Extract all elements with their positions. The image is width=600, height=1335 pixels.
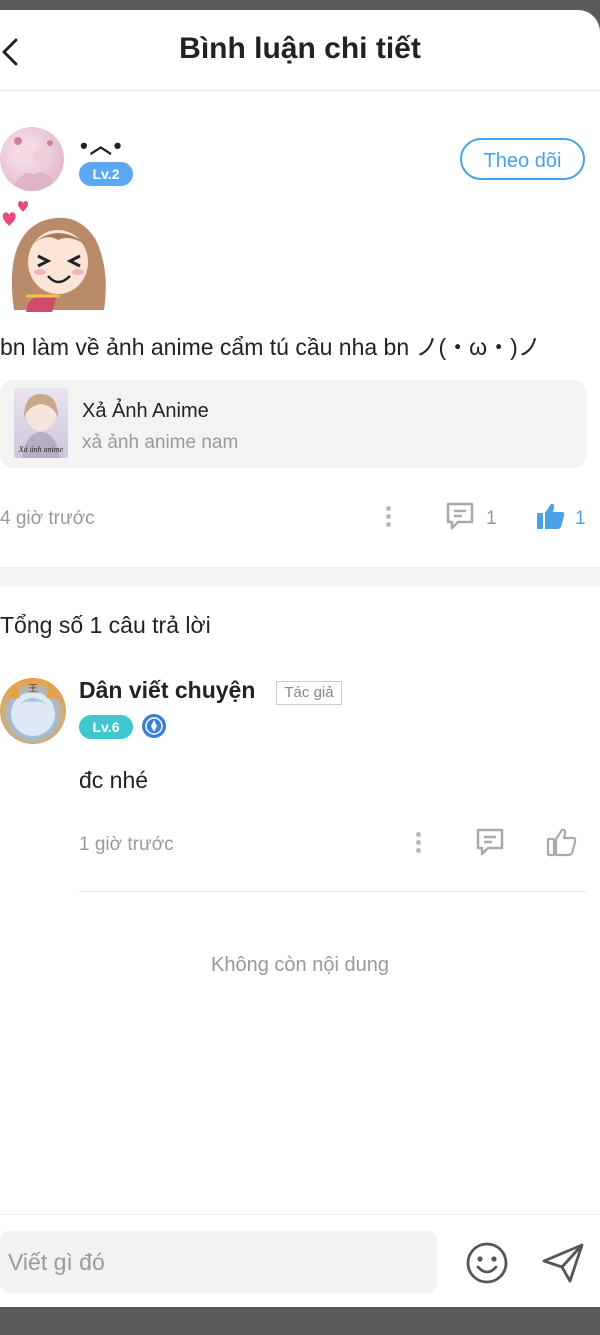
send-button[interactable] <box>540 1241 586 1285</box>
like-count: 1 <box>575 508 586 529</box>
reply-like-button[interactable] <box>546 826 578 863</box>
reply-username[interactable]: Dân viết chuyện <box>79 677 255 704</box>
more-icon[interactable] <box>383 503 393 533</box>
reply-avatar-image: 王 <box>8 684 58 736</box>
follow-button[interactable]: Theo dõi <box>460 138 585 180</box>
username[interactable]: •︿• <box>80 128 123 160</box>
linked-story-thumbnail: Xả ảnh anime <box>14 388 68 458</box>
comment-text: bn làm về ảnh anime cẩm tú cầu nha bn ノ(… <box>0 334 541 360</box>
comment-icon <box>446 502 474 530</box>
avatar-image <box>10 137 58 191</box>
comment-input-bar <box>0 1214 600 1307</box>
reply-count: 1 <box>486 508 497 529</box>
thumbs-up-icon <box>546 828 577 857</box>
reply-text: đc nhé <box>79 767 149 793</box>
reply-time: 1 giờ trước <box>79 834 174 855</box>
reply-reply-button[interactable] <box>474 826 506 863</box>
comment-input[interactable] <box>0 1231 428 1293</box>
comment-icon <box>476 828 504 856</box>
sticker-image <box>0 200 112 315</box>
reply-level-badge: Lv.6 <box>79 715 133 739</box>
svg-text:王: 王 <box>28 684 38 695</box>
thumbnail-caption: Xả ảnh anime <box>18 445 64 454</box>
linked-story-card[interactable]: Xả ảnh anime Xả Ảnh Anime xả ảnh anime n… <box>0 380 587 468</box>
comment-detail-screen: Bình luận chi tiết •︿• Lv.2 Theo dõi bn … <box>0 10 600 1307</box>
linked-story-subtitle: xả ảnh anime nam <box>82 432 239 453</box>
medal-icon <box>142 714 166 738</box>
avatar[interactable] <box>0 127 64 191</box>
reply-separator <box>79 891 587 892</box>
emoji-icon <box>466 1242 508 1284</box>
reply-avatar[interactable]: 王 <box>0 678 66 744</box>
send-icon <box>542 1243 584 1283</box>
header: Bình luận chi tiết <box>0 10 600 91</box>
thumbs-up-icon <box>537 503 565 529</box>
reply-more-icon[interactable] <box>413 829 423 859</box>
comment-time: 4 giờ trước <box>0 508 95 529</box>
section-divider <box>0 567 600 586</box>
end-of-content-text: Không còn nội dung <box>211 954 389 976</box>
replies-summary: Tổng số 1 câu trả lời <box>0 612 211 638</box>
comment-input-container <box>0 1231 437 1293</box>
author-tag: Tác giả <box>276 681 342 705</box>
like-button[interactable] <box>535 500 567 537</box>
linked-story-title: Xả Ảnh Anime <box>82 400 209 422</box>
level-badge: Lv.2 <box>79 162 133 186</box>
reply-button[interactable] <box>444 500 476 537</box>
emoji-button[interactable] <box>465 1241 509 1285</box>
page-title: Bình luận chi tiết <box>179 32 421 65</box>
